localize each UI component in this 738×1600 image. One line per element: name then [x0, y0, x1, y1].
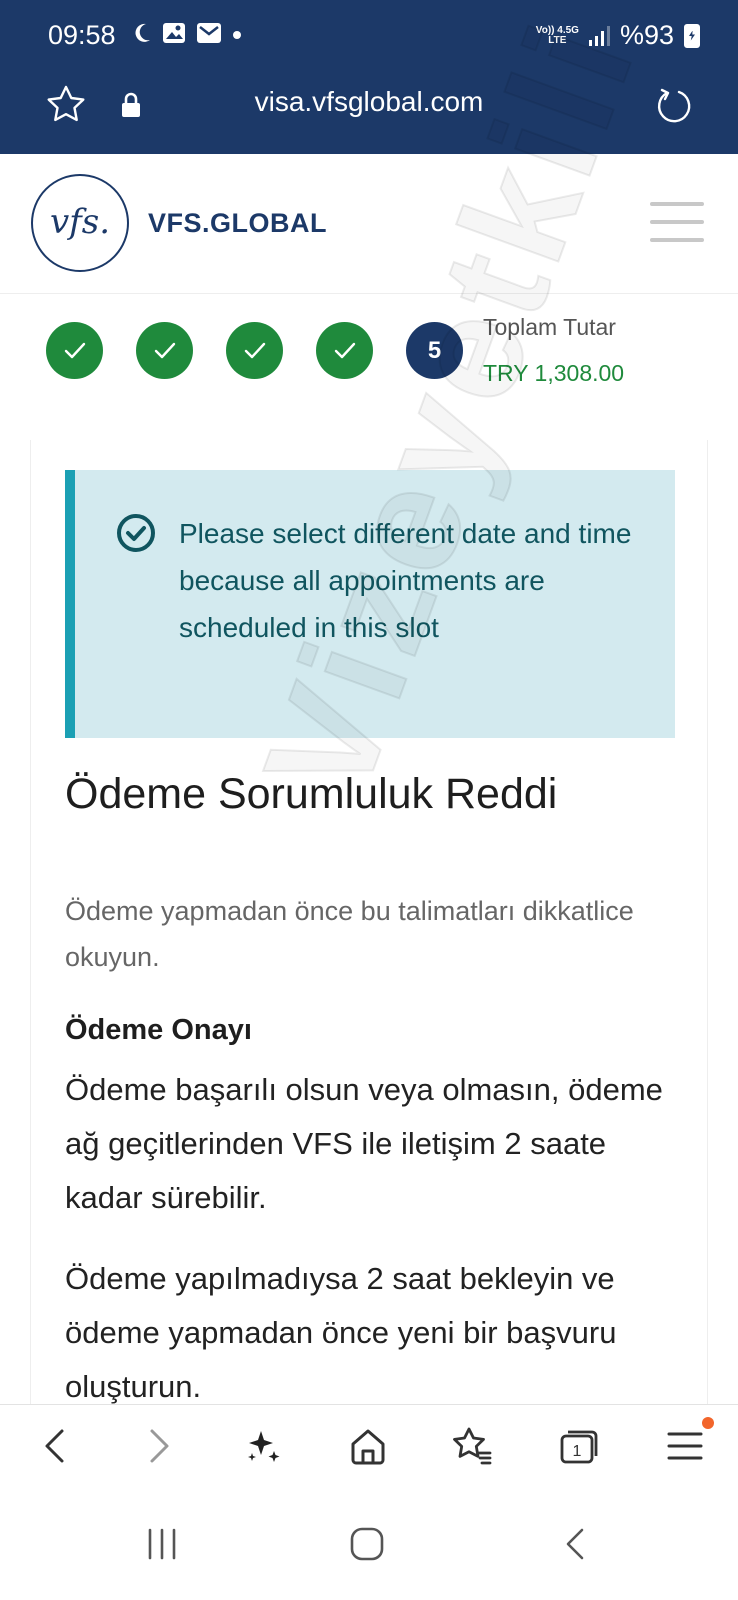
section-title: Ödeme Onayı [65, 1014, 252, 1046]
network-indicator: Vo)) 4.5G LTE [535, 24, 579, 46]
step-1-complete [46, 322, 103, 379]
step-2-complete [136, 322, 193, 379]
notification-dot [702, 1417, 714, 1429]
total-amount-label: Toplam Tutar [483, 314, 616, 340]
alert-message: Please select different date and time be… [179, 518, 632, 643]
home-icon[interactable] [345, 1423, 391, 1469]
status-notification-icons [132, 22, 242, 49]
paragraph-2: Ödeme yapılmadıysa 2 saat bekleyin ve öd… [65, 1261, 617, 1404]
page-title: Ödeme Sorumluluk Reddi [65, 770, 558, 818]
hamburger-menu-icon[interactable] [650, 202, 704, 242]
reload-icon[interactable] [654, 84, 694, 124]
check-icon [244, 342, 266, 359]
tab-count: 1 [573, 1443, 582, 1460]
home-circle-icon[interactable] [347, 1524, 387, 1564]
system-navigation-bar [0, 1490, 738, 1600]
url-bar[interactable]: visa.vfsglobal.com [0, 76, 738, 154]
step-3-complete [226, 322, 283, 379]
intro-text: Ödeme yapmadan önce bu talimatları dikka… [65, 896, 634, 972]
tabs-icon[interactable]: 1 [556, 1423, 602, 1469]
mail-icon [196, 22, 222, 49]
progress-steps: 5 [46, 322, 463, 379]
payment-card: Please select different date and time be… [30, 440, 708, 1420]
check-circle-icon [117, 514, 155, 552]
gallery-icon [162, 22, 186, 49]
step-4-complete [316, 322, 373, 379]
info-alert: Please select different date and time be… [65, 470, 675, 738]
step-5-current: 5 [406, 322, 463, 379]
battery-percent: %93 [619, 20, 674, 50]
url-text[interactable]: visa.vfsglobal.com [0, 86, 738, 118]
sparkle-icon[interactable] [240, 1423, 286, 1469]
logo-mark-text: vfs. [49, 202, 111, 242]
vfs-logo-mark[interactable]: vfs. [31, 174, 129, 272]
back-system-icon[interactable] [556, 1524, 596, 1564]
browser-top-bar: 09:58 Vo)) 4.5G LTE %93 visa.vfsglobal.c… [0, 0, 738, 154]
dot-icon [232, 27, 242, 45]
check-icon [64, 342, 86, 359]
check-icon [154, 342, 176, 359]
signal-icon [588, 25, 610, 46]
check-icon [334, 342, 356, 359]
total-amount-value: TRY 1,308.00 [483, 360, 625, 386]
status-bar: 09:58 Vo)) 4.5G LTE %93 [0, 0, 738, 72]
recents-icon[interactable] [142, 1524, 182, 1564]
site-header: vfs. VFS.GLOBAL [0, 154, 738, 294]
forward-icon[interactable] [134, 1423, 180, 1469]
status-time: 09:58 [48, 20, 116, 50]
bookmarks-icon[interactable] [450, 1423, 496, 1469]
status-right: Vo)) 4.5G LTE %93 [536, 20, 700, 51]
network-top-label: Vo)) 4.5G [535, 24, 579, 36]
network-bottom-label: LTE [548, 34, 567, 46]
moon-icon [132, 22, 152, 49]
brand-name[interactable]: VFS.GLOBAL [148, 208, 327, 239]
menu-icon[interactable] [662, 1417, 714, 1469]
browser-bottom-toolbar: 1 [0, 1404, 738, 1490]
back-icon[interactable] [34, 1423, 80, 1469]
paragraph-1: Ödeme başarılı olsun veya olmasın, ödeme… [65, 1072, 663, 1215]
battery-icon [684, 23, 700, 48]
